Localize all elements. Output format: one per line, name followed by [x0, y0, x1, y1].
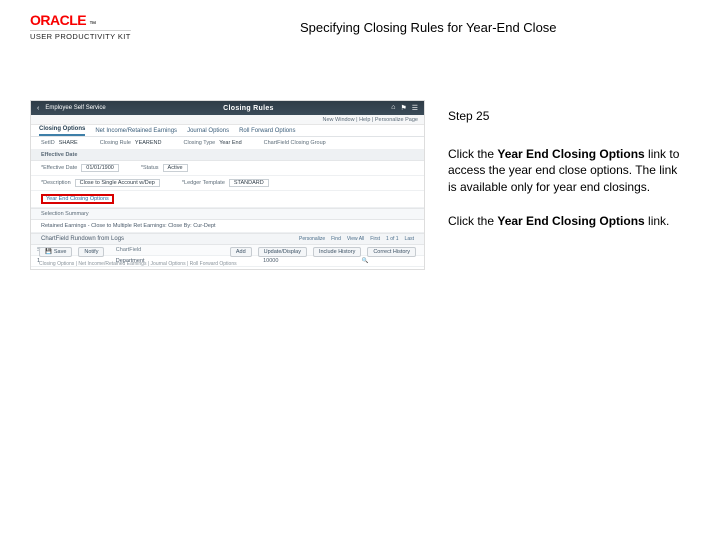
instruction-text: Click the — [448, 214, 497, 228]
page-heading: Closing Rules — [223, 105, 274, 112]
selection-summary-text: Retained Earnings - Close to Multiple Re… — [31, 220, 424, 233]
closing-rule-value: YEAREND — [135, 140, 162, 146]
brand-block: ORACLE ™ USER PRODUCTIVITY KIT — [30, 12, 131, 41]
closing-type-value: Year End — [219, 140, 241, 146]
instruction-paragraph-1: Click the Year End Closing Options link … — [448, 146, 688, 195]
grid-toolbar: Personalize Find View All First 1 of 1 L… — [299, 236, 414, 242]
field-row-1: SetID SHARE Closing Rule YEAREND Closing T… — [31, 137, 424, 150]
description-input[interactable]: Close to Single Account w/Dep — [75, 179, 160, 187]
trademark-symbol: ™ — [89, 21, 96, 28]
view-all-link[interactable]: View All — [347, 236, 364, 242]
lookup-icon[interactable]: 🔍 — [362, 258, 369, 264]
closing-rule-label: Closing Rule — [100, 140, 131, 146]
save-label: Save — [54, 249, 67, 255]
chartfield-rundown-header: ChartField Rundown from Logs Personalize… — [31, 233, 424, 245]
oracle-wordmark: ORACLE — [30, 12, 86, 28]
section-title: ChartField Rundown from Logs — [41, 236, 124, 242]
field-row-3: *Description Close to Single Account w/De… — [31, 176, 424, 191]
page-title: Specifying Closing Rules for Year-End Cl… — [300, 20, 557, 35]
tab-journal-options[interactable]: Journal Options — [187, 128, 229, 136]
closing-type-label: Closing Type — [184, 140, 216, 146]
summary-text: Retained Earnings - Close to Multiple Re… — [41, 223, 216, 229]
sub-toolbar: New Window | Help | Personalize Page — [31, 115, 424, 125]
year-end-closing-options-link[interactable]: Year End Closing Options — [41, 194, 114, 204]
back-chevron-icon[interactable]: ‹ — [37, 105, 39, 112]
product-name: USER PRODUCTIVITY KIT — [30, 30, 131, 41]
instruction-link-name: Year End Closing Options — [497, 214, 644, 228]
row-counter: 1 of 1 — [386, 236, 399, 242]
menu-icon[interactable]: ☰ — [412, 104, 418, 112]
selection-summary-header: Selection Summary — [31, 208, 424, 220]
flag-icon[interactable]: ⚑ — [400, 104, 406, 112]
last-link[interactable]: Last — [405, 236, 414, 242]
sub-toolbar-links[interactable]: New Window | Help | Personalize Page — [323, 117, 419, 123]
include-history-button[interactable]: Include History — [313, 247, 361, 257]
ledger-template-label: *Ledger Template — [182, 180, 225, 186]
correct-history-button[interactable]: Correct History — [367, 247, 416, 257]
update-display-label: Update/Display — [264, 249, 301, 255]
step-number: Step 25 — [448, 108, 688, 124]
personalize-link[interactable]: Personalize — [299, 236, 325, 242]
instruction-link-name: Year End Closing Options — [497, 147, 644, 161]
brand-logo: ORACLE ™ — [30, 12, 131, 28]
back-link-label[interactable]: Employee Self Service — [45, 105, 105, 111]
correct-history-label: Correct History — [373, 249, 410, 255]
ledger-template-input[interactable]: STANDARD — [229, 179, 269, 187]
cell-value[interactable]: 10000 — [257, 256, 356, 267]
status-label: *Status — [141, 165, 159, 171]
add-label: Add — [236, 249, 246, 255]
setid-value: SHARE — [59, 140, 78, 146]
instruction-paragraph-2: Click the Year End Closing Options link. — [448, 213, 688, 229]
description-label: *Description — [41, 180, 71, 186]
link-row: Year End Closing Options — [31, 191, 424, 208]
instruction-text: Click the — [448, 147, 497, 161]
tab-closing-options[interactable]: Closing Options — [39, 126, 85, 136]
eff-date-label: *Effective Date — [41, 165, 77, 171]
tab-net-income[interactable]: Net Income/Retained Earnings — [95, 128, 177, 136]
home-icon[interactable]: ⌂ — [391, 104, 395, 112]
setid-label: SetID — [41, 140, 55, 146]
eff-date-input[interactable]: 01/01/1900 — [81, 164, 119, 172]
add-button[interactable]: Add — [230, 247, 252, 257]
status-select[interactable]: Active — [163, 164, 188, 172]
titlebar-icons: ⌂ ⚑ ☰ — [391, 104, 418, 112]
update-display-button[interactable]: Update/Display — [258, 247, 307, 257]
include-history-label: Include History — [319, 249, 355, 255]
save-icon: 💾 — [45, 249, 52, 255]
find-link[interactable]: Find — [331, 236, 341, 242]
notify-label: Notify — [84, 249, 98, 255]
bottom-tab-links[interactable]: Closing Options | Net Income/Retained Ea… — [39, 261, 237, 267]
tab-roll-forward[interactable]: Roll Forward Options — [239, 128, 295, 136]
app-titlebar: ‹ Employee Self Service Closing Rules ⌂ … — [31, 101, 424, 115]
instruction-text: link. — [645, 214, 670, 228]
cf-closing-group-label: ChartField Closing Group — [264, 140, 326, 146]
page-footer: 💾Save Notify Add Update/Display Include … — [39, 247, 416, 257]
first-link[interactable]: First — [370, 236, 380, 242]
effective-date-header: Effective Date — [31, 150, 424, 161]
save-button[interactable]: 💾Save — [39, 247, 72, 257]
instruction-panel: Step 25 Click the Year End Closing Optio… — [448, 108, 688, 247]
tab-strip: Closing Options Net Income/Retained Earn… — [31, 125, 424, 137]
notify-button[interactable]: Notify — [78, 247, 104, 257]
field-row-2: *Effective Date 01/01/1900 *Status Active — [31, 161, 424, 176]
embedded-screenshot: ‹ Employee Self Service Closing Rules ⌂ … — [30, 100, 425, 270]
